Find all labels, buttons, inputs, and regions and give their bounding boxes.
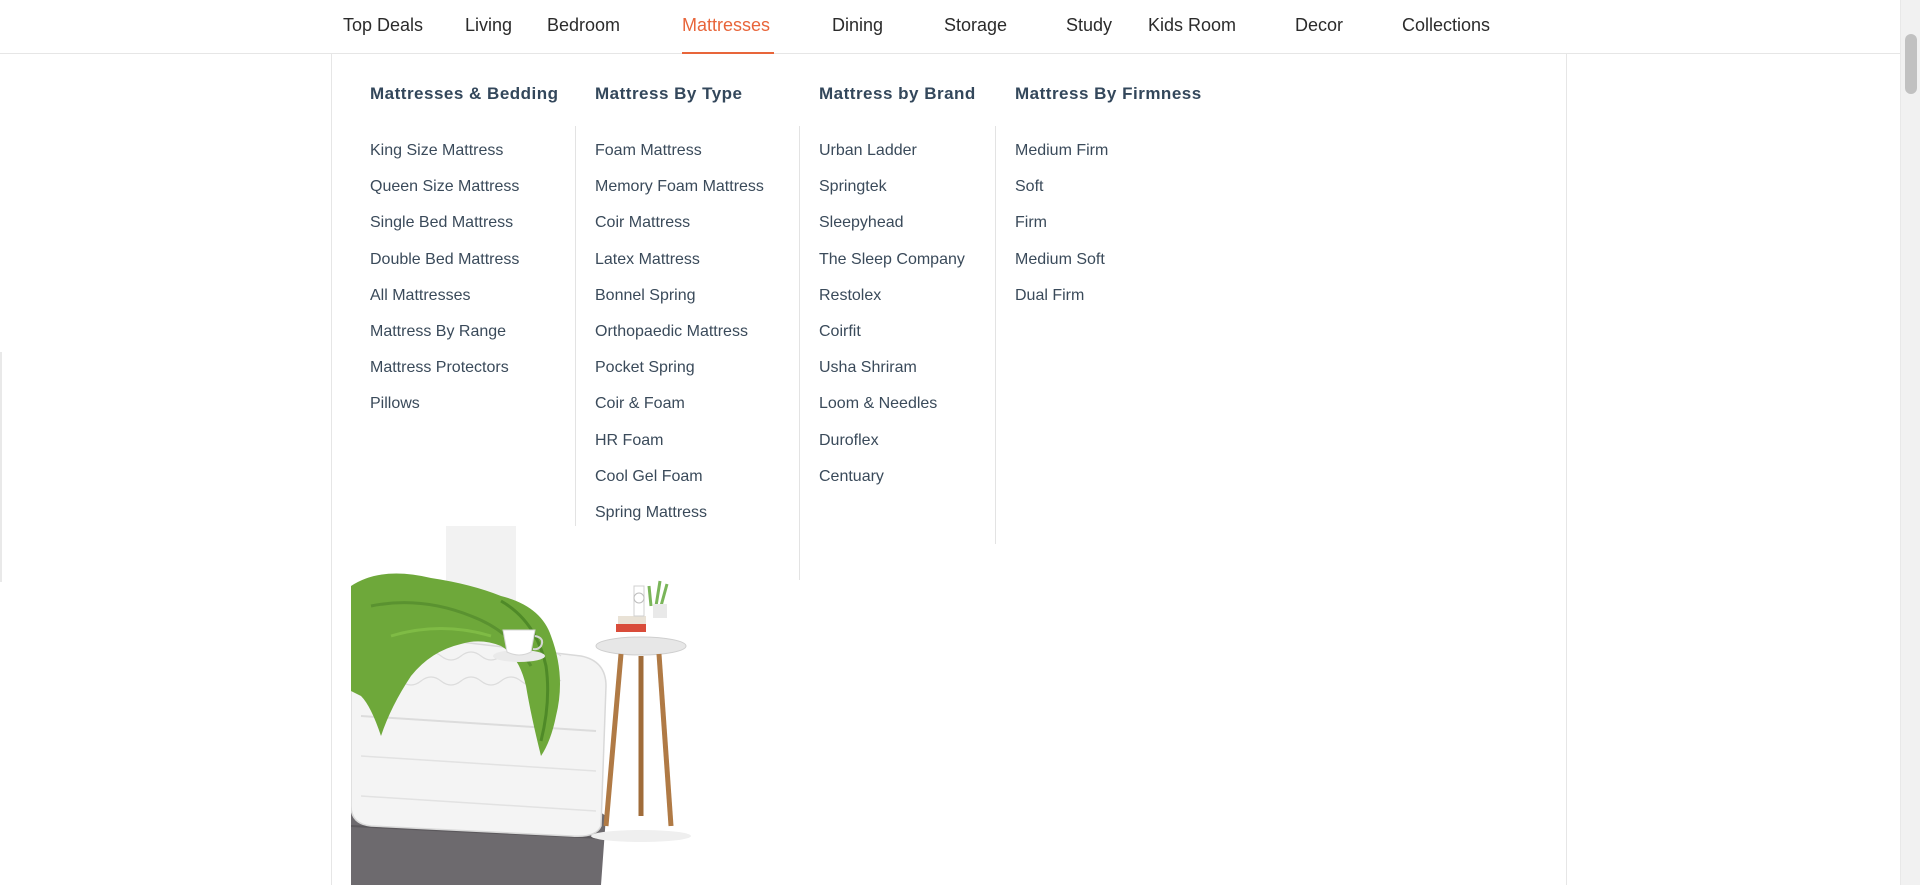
column-divider	[995, 126, 996, 544]
menu-link[interactable]: Loom & Needles	[819, 386, 965, 422]
menu-link[interactable]: Single Bed Mattress	[370, 205, 519, 241]
nav-item-living[interactable]: Living	[465, 0, 547, 54]
menu-link[interactable]: Double Bed Mattress	[370, 242, 519, 278]
column-heading: Mattress By Type	[595, 84, 743, 103]
menu-link[interactable]: Urban Ladder	[819, 133, 965, 169]
menu-link[interactable]: Restolex	[819, 278, 965, 314]
menu-link[interactable]: Coirfit	[819, 314, 965, 350]
nav-item-collections[interactable]: Collections	[1402, 0, 1502, 54]
menu-link[interactable]: Orthopaedic Mattress	[595, 314, 764, 350]
menu-link[interactable]: Centuary	[819, 459, 965, 495]
column-divider	[575, 126, 576, 580]
menu-link[interactable]: All Mattresses	[370, 278, 519, 314]
nav-item-study[interactable]: Study	[1066, 0, 1148, 54]
column-heading: Mattress by Brand	[819, 84, 976, 103]
menu-link[interactable]: Springtek	[819, 169, 965, 205]
page-scrollbar[interactable]	[1900, 0, 1920, 885]
menu-link[interactable]: King Size Mattress	[370, 133, 519, 169]
menu-link[interactable]: Dual Firm	[1015, 278, 1108, 314]
menu-link[interactable]: Firm	[1015, 205, 1108, 241]
column-list: Foam Mattress Memory Foam Mattress Coir …	[595, 133, 764, 531]
mattress-with-side-table-icon	[351, 526, 691, 885]
menu-link[interactable]: Foam Mattress	[595, 133, 764, 169]
menu-link[interactable]: Memory Foam Mattress	[595, 169, 764, 205]
menu-link[interactable]: Coir & Foam	[595, 386, 764, 422]
column-divider	[799, 126, 800, 580]
menu-link[interactable]: Medium Firm	[1015, 133, 1108, 169]
menu-link[interactable]: Mattress Protectors	[370, 350, 519, 386]
menu-link[interactable]: Coir Mattress	[595, 205, 764, 241]
menu-link[interactable]: Pocket Spring	[595, 350, 764, 386]
menu-link[interactable]: Cool Gel Foam	[595, 459, 764, 495]
menu-link[interactable]: Soft	[1015, 169, 1108, 205]
menu-link[interactable]: Medium Soft	[1015, 242, 1108, 278]
column-heading: Mattress By Firmness	[1015, 84, 1202, 103]
nav-item-mattresses[interactable]: Mattresses	[682, 0, 774, 54]
menu-link[interactable]: Latex Mattress	[595, 242, 764, 278]
menu-link[interactable]: Pillows	[370, 386, 519, 422]
menu-link[interactable]: Bonnel Spring	[595, 278, 764, 314]
menu-link[interactable]: Duroflex	[819, 423, 965, 459]
nav-list: Top Deals Living Bedroom Mattresses Dini…	[343, 0, 1502, 54]
menu-link[interactable]: Sleepyhead	[819, 205, 965, 241]
column-heading: Mattresses & Bedding	[370, 84, 559, 103]
scrollbar-thumb[interactable]	[1905, 34, 1917, 94]
nav-item-kids-room[interactable]: Kids Room	[1148, 0, 1295, 54]
menu-link[interactable]: The Sleep Company	[819, 242, 965, 278]
mattress-promo-image[interactable]	[351, 526, 691, 885]
menu-link[interactable]: Usha Shriram	[819, 350, 965, 386]
nav-item-storage[interactable]: Storage	[944, 0, 1066, 54]
menu-link[interactable]: Mattress By Range	[370, 314, 519, 350]
nav-item-top-deals[interactable]: Top Deals	[343, 0, 465, 54]
column-list: King Size Mattress Queen Size Mattress S…	[370, 133, 519, 423]
left-edge-shadow	[0, 352, 2, 582]
column-list: Medium Firm Soft Firm Medium Soft Dual F…	[1015, 133, 1108, 314]
nav-item-dining[interactable]: Dining	[832, 0, 944, 54]
column-list: Urban Ladder Springtek Sleepyhead The Sl…	[819, 133, 965, 495]
nav-item-bedroom[interactable]: Bedroom	[547, 0, 682, 54]
nav-item-decor[interactable]: Decor	[1295, 0, 1402, 54]
top-navigation: Top Deals Living Bedroom Mattresses Dini…	[0, 0, 1900, 54]
menu-link[interactable]: HR Foam	[595, 423, 764, 459]
menu-link[interactable]: Queen Size Mattress	[370, 169, 519, 205]
